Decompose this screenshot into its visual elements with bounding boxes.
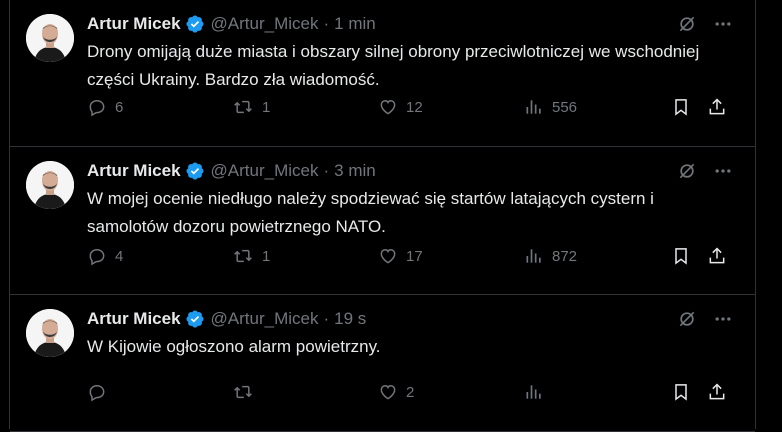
like-icon xyxy=(378,97,398,117)
more-icon[interactable] xyxy=(713,161,733,181)
tweet-header: Artur Micek @Artur_Micek · 19 s xyxy=(87,309,743,329)
avatar[interactable] xyxy=(26,161,74,209)
author-name[interactable]: Artur Micek xyxy=(87,161,181,181)
separator-dot: · xyxy=(323,14,330,33)
reply-button[interactable]: 6 xyxy=(87,97,123,117)
reply-button[interactable]: 4 xyxy=(87,246,123,266)
grok-icon[interactable] xyxy=(677,309,697,329)
views-count: 556 xyxy=(552,98,578,116)
reply-button[interactable] xyxy=(87,382,115,402)
bookmark-button[interactable] xyxy=(671,97,691,117)
tweet[interactable]: Artur Micek @Artur_Micek · 3 min W mojej… xyxy=(10,147,755,295)
views-icon xyxy=(524,246,544,266)
more-icon[interactable] xyxy=(713,309,733,329)
author-name[interactable]: Artur Micek xyxy=(87,309,181,329)
tweet[interactable]: Artur Micek @Artur_Micek · 1 min Drony o… xyxy=(10,0,755,147)
retweet-count: 1 xyxy=(262,98,271,116)
retweet-button[interactable] xyxy=(232,382,262,402)
more-icon[interactable] xyxy=(713,14,733,34)
author-handle[interactable]: @Artur_Micek xyxy=(211,309,319,329)
bookmark-icon xyxy=(671,97,691,117)
like-count: 2 xyxy=(406,383,415,401)
author-handle[interactable]: @Artur_Micek xyxy=(211,14,319,34)
tweet-text: W Kijowie ogłoszono alarm powietrzny. xyxy=(87,337,381,356)
reply-count: 4 xyxy=(115,247,124,265)
timestamp[interactable]: 1 min xyxy=(334,14,376,34)
share-button[interactable] xyxy=(707,246,727,266)
views-count: 872 xyxy=(552,247,578,265)
share-button[interactable] xyxy=(707,382,727,402)
bookmark-button[interactable] xyxy=(671,246,691,266)
verified-badge-icon xyxy=(185,14,205,34)
grok-icon[interactable] xyxy=(677,161,697,181)
views-icon xyxy=(524,97,544,117)
retweet-icon xyxy=(232,382,254,402)
share-icon xyxy=(707,382,727,402)
retweet-button[interactable]: 1 xyxy=(232,246,270,266)
verified-badge-icon xyxy=(185,309,205,329)
retweet-count: 1 xyxy=(262,247,271,265)
retweet-button[interactable]: 1 xyxy=(232,97,270,117)
like-count: 17 xyxy=(406,247,423,265)
author-name[interactable]: Artur Micek xyxy=(87,14,181,34)
timeline-feed: Artur Micek @Artur_Micek · 1 min Drony o… xyxy=(9,0,756,432)
reply-icon xyxy=(87,97,107,117)
bookmark-icon xyxy=(671,246,691,266)
verified-badge-icon xyxy=(185,161,205,181)
like-icon xyxy=(378,246,398,266)
avatar[interactable] xyxy=(26,309,74,357)
views-button[interactable]: 872 xyxy=(524,246,577,266)
retweet-icon xyxy=(232,246,254,266)
tweet[interactable]: Artur Micek @Artur_Micek · 19 s W Kijowi… xyxy=(10,295,755,432)
share-icon xyxy=(707,97,727,117)
share-icon xyxy=(707,246,727,266)
views-button[interactable] xyxy=(524,382,552,402)
timestamp[interactable]: 19 s xyxy=(334,309,366,329)
like-button[interactable]: 2 xyxy=(378,382,414,402)
tweet-text: Drony omijają duże miasta i obszary siln… xyxy=(87,42,700,89)
tweet-header: Artur Micek @Artur_Micek · 3 min xyxy=(87,161,743,181)
avatar[interactable] xyxy=(26,14,74,62)
bookmark-button[interactable] xyxy=(671,382,691,402)
author-handle[interactable]: @Artur_Micek xyxy=(211,161,319,181)
views-button[interactable]: 556 xyxy=(524,97,577,117)
like-count: 12 xyxy=(406,98,423,116)
retweet-icon xyxy=(232,97,254,117)
like-icon xyxy=(378,382,398,402)
views-icon xyxy=(524,382,544,402)
separator-dot: · xyxy=(323,309,330,328)
bookmark-icon xyxy=(671,382,691,402)
reply-count: 6 xyxy=(115,98,124,116)
separator-dot: · xyxy=(323,161,330,180)
reply-icon xyxy=(87,382,107,402)
reply-icon xyxy=(87,246,107,266)
tweet-text: W mojej ocenie niedługo należy spodziewa… xyxy=(87,189,654,236)
timestamp[interactable]: 3 min xyxy=(334,161,376,181)
share-button[interactable] xyxy=(707,97,727,117)
grok-icon[interactable] xyxy=(677,14,697,34)
like-button[interactable]: 17 xyxy=(378,246,423,266)
like-button[interactable]: 12 xyxy=(378,97,423,117)
tweet-header: Artur Micek @Artur_Micek · 1 min xyxy=(87,14,743,34)
